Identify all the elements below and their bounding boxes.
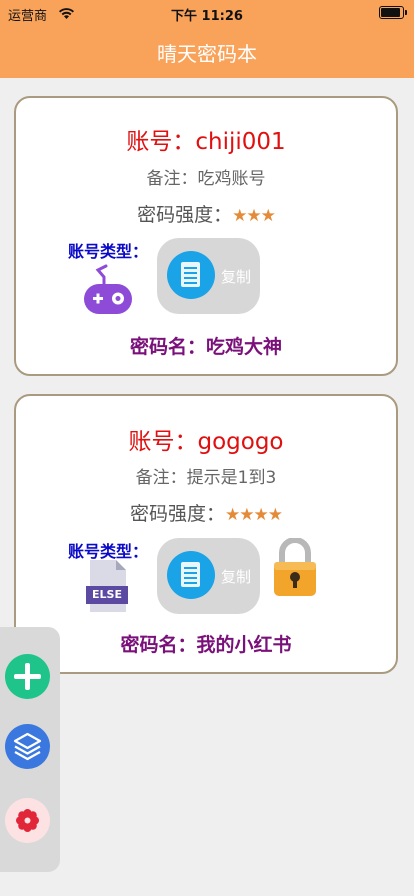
settings-button[interactable] (5, 798, 50, 843)
password-card[interactable]: 账号：chiji001 备注：吃鸡账号 密码强度：★★★ 账号类型： 复制 密码… (14, 96, 398, 376)
password-name: 密码名：我的小红书 (120, 634, 292, 656)
add-button[interactable] (5, 654, 50, 699)
strength-row: 密码强度：★★★★ (16, 499, 396, 526)
copy-label: 复制 (221, 268, 252, 286)
copy-button[interactable]: 复制 (157, 238, 260, 314)
else-label: ELSE (92, 588, 122, 601)
gamepad-icon (82, 262, 134, 316)
flower-gear-icon (16, 809, 39, 832)
account-label: 账号：chiji001 (126, 129, 286, 155)
plus-icon (14, 663, 41, 690)
password-name: 密码名：吃鸡大神 (129, 336, 282, 358)
nav-bar: 运营商 下午 11:26 晴天密码本 (0, 0, 414, 78)
strength-label: 密码强度： (130, 503, 226, 525)
clock: 下午 11:26 (171, 9, 243, 24)
layers-icon (13, 732, 42, 761)
copy-button[interactable]: 复制 (157, 538, 260, 614)
document-icon (167, 551, 215, 599)
battery-icon (379, 6, 407, 19)
password-card[interactable]: 账号：gogogo 备注：提示是1到3 密码强度：★★★★ 账号类型： ELSE… (14, 394, 398, 674)
note-label: 备注：提示是1到3 (135, 468, 277, 488)
account-label: 账号：gogogo (128, 429, 284, 455)
strength-stars: ★★★★ (225, 505, 283, 525)
strength-label: 密码强度： (137, 204, 233, 226)
strength-stars: ★★★ (232, 206, 276, 226)
action-panel (0, 627, 60, 872)
status-bar: 运营商 下午 11:26 (0, 0, 414, 26)
note-label: 备注：吃鸡账号 (146, 169, 266, 189)
strength-row: 密码强度：★★★ (16, 200, 396, 227)
else-file-icon: ELSE (86, 558, 130, 614)
document-icon (167, 251, 215, 299)
layers-button[interactable] (5, 724, 50, 769)
account-type-label: 账号类型： (68, 242, 149, 261)
page-title: 晴天密码本 (157, 42, 257, 66)
padlock-icon (272, 537, 318, 598)
copy-label: 复制 (221, 568, 252, 586)
